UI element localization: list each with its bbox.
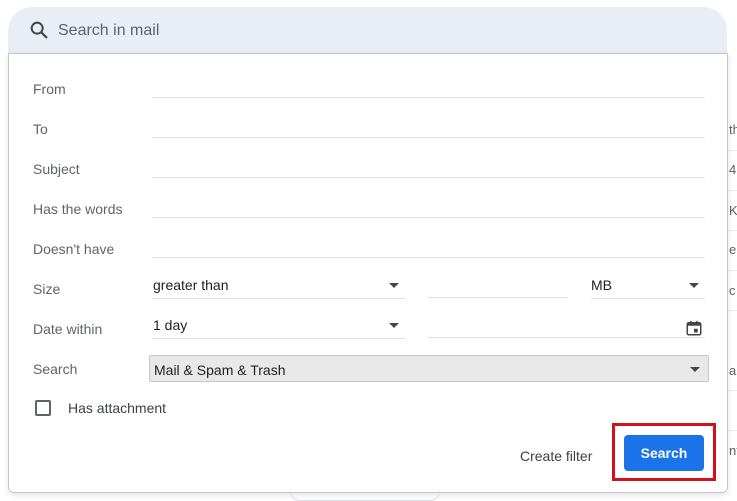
dropdown-arrow-icon (690, 367, 700, 372)
bg-text-fragment: th (729, 122, 737, 137)
calendar-icon[interactable] (685, 319, 703, 337)
from-input[interactable] (153, 74, 705, 98)
size-value-input[interactable] (427, 274, 567, 298)
search-icon[interactable] (28, 19, 50, 41)
has-attachment-checkbox[interactable] (35, 400, 51, 416)
search-bar[interactable] (8, 7, 727, 54)
date-input[interactable] (427, 314, 705, 338)
has-attachment-label[interactable]: Has attachment (68, 400, 166, 416)
dropdown-arrow-icon (389, 323, 399, 328)
create-filter-button[interactable]: Create filter (516, 444, 596, 468)
dropdown-arrow-icon (389, 283, 399, 288)
search-scope-select[interactable]: Mail & Spam & Trash (149, 355, 709, 382)
subject-input[interactable] (153, 154, 705, 178)
to-input[interactable] (153, 114, 705, 138)
search-scope-value: Mail & Spam & Trash (154, 362, 286, 378)
size-operator-value: greater than (153, 277, 229, 293)
date-within-value: 1 day (153, 317, 188, 333)
bg-text-fragment: e (729, 242, 737, 257)
bg-text-fragment: ar (729, 363, 737, 378)
bg-text-fragment: K (729, 203, 737, 218)
subject-label: Subject (33, 161, 80, 177)
bg-text-fragment: nt (729, 443, 737, 458)
date-within-label: Date within (33, 321, 103, 337)
size-unit-select[interactable]: MB (591, 273, 705, 299)
size-label: Size (33, 281, 61, 297)
search-button[interactable]: Search (624, 435, 704, 471)
to-label: To (33, 121, 48, 137)
doesnt-have-label: Doesn't have (33, 241, 115, 257)
doesnt-have-input[interactable] (153, 234, 705, 258)
size-unit-value: MB (591, 277, 612, 293)
bg-text-fragment: c (729, 283, 736, 298)
gmail-advanced-search: th 4, K e c ar nt From To Subject Has th… (0, 0, 737, 501)
search-input[interactable] (58, 19, 658, 43)
size-operator-select[interactable]: greater than (153, 273, 405, 299)
dropdown-arrow-icon (689, 283, 699, 288)
advanced-search-dialog: From To Subject Has the words Doesn't ha… (8, 53, 728, 493)
has-words-input[interactable] (153, 194, 705, 218)
search-scope-label: Search (33, 361, 78, 377)
bg-text-fragment: 4, (729, 162, 737, 177)
from-label: From (33, 81, 66, 97)
has-words-label: Has the words (33, 201, 123, 217)
background-pill (290, 491, 440, 501)
date-within-select[interactable]: 1 day (153, 313, 405, 339)
